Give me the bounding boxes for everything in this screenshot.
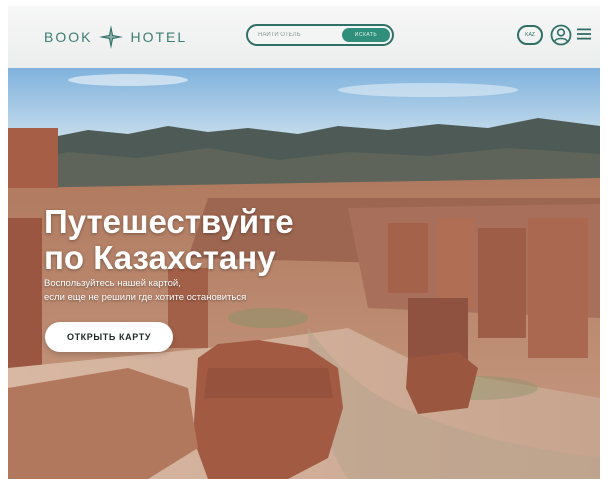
hamburger-menu-icon[interactable] (577, 27, 591, 41)
search-bar: ИСКАТЬ (246, 24, 394, 46)
open-map-button[interactable]: ОТКРЫТЬ КАРТУ (45, 322, 173, 352)
logo[interactable]: BOOK HOTEL (44, 24, 187, 50)
language-switch[interactable]: KAZ (517, 25, 543, 45)
hero-title-line-1: Путешествуйте (44, 203, 294, 240)
hero-subtitle-line-2: если еще не решили где хотите остановить… (44, 292, 247, 303)
hero-title-line-2: по Казахстану (44, 239, 276, 276)
logo-text-left: BOOK (44, 29, 93, 45)
hero-subtitle-line-1: Воспользуйтесь нашей картой, (44, 278, 181, 289)
site-header: BOOK HOTEL ИСКАТЬ KAZ (8, 6, 600, 68)
user-circle-icon[interactable] (550, 24, 572, 46)
compass-star-icon (99, 25, 124, 49)
search-input[interactable] (258, 32, 340, 38)
hero-title: Путешествуйте по Казахстану (44, 204, 364, 276)
page: BOOK HOTEL ИСКАТЬ KAZ (8, 6, 600, 479)
hero-subtitle: Воспользуйтесь нашей картой, если еще не… (44, 277, 304, 305)
logo-text-right: HOTEL (130, 29, 188, 45)
hero-section: Путешествуйте по Казахстану Воспользуйте… (8, 68, 600, 479)
search-button[interactable]: ИСКАТЬ (342, 28, 390, 42)
